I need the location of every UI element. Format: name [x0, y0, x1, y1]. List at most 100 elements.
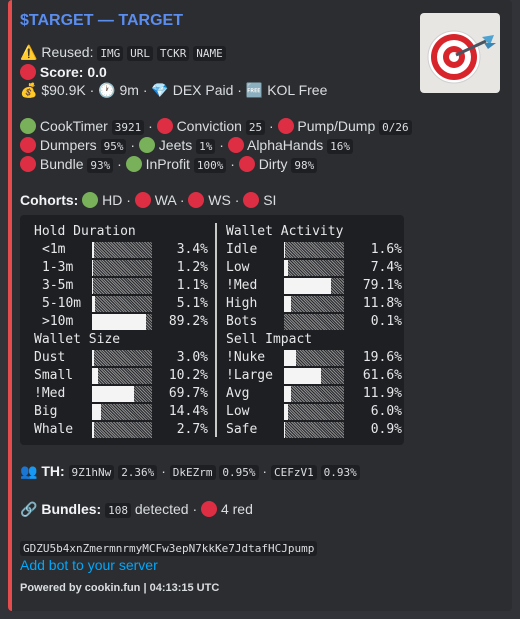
score-line: Score: 0.0 [20, 62, 107, 82]
histogram-bar [92, 314, 152, 330]
histogram-fill [92, 242, 94, 258]
add-bot-line: Add bot to your server [20, 555, 158, 575]
row-label: 5-10m [42, 296, 82, 311]
histogram-fill [92, 278, 93, 294]
dex-status: DEX Paid [172, 82, 234, 98]
add-bot-link[interactable]: Add bot to your server [20, 557, 158, 573]
reused-line: ⚠️ Reused: IMG URL TCKR NAME [20, 42, 226, 64]
histogram-fill [92, 350, 94, 366]
bundles-line: 🔗 Bundles: 108 detected · 4 red [20, 501, 253, 518]
reused-tag: IMG [97, 46, 124, 61]
row-percent: 3.0% [176, 350, 208, 365]
histogram-bar [284, 404, 344, 420]
score-label: Score: 0.0 [39, 64, 107, 80]
target-thumbnail[interactable] [420, 13, 500, 93]
histogram-fill [284, 260, 288, 276]
row-label: Avg [226, 386, 250, 401]
histogram-fill [92, 260, 93, 276]
bundles-red-label: red [232, 501, 253, 517]
reused-tag: TCKR [156, 46, 190, 61]
histogram-bar [92, 422, 152, 438]
gem-icon: 💎 [151, 82, 169, 98]
histogram-fill [284, 242, 285, 258]
green-circle-icon [20, 118, 36, 134]
row-label: Low [226, 260, 250, 275]
row-percent: 0.9% [370, 422, 402, 437]
metric-label: Conviction [176, 118, 242, 134]
histogram-fill [284, 386, 291, 402]
red-circle-icon [243, 192, 260, 208]
histogram-bar [284, 242, 344, 258]
panel-title-size: Wallet Size [34, 332, 121, 347]
panel-title-hold: Hold Duration [34, 224, 136, 239]
histogram-fill [92, 422, 94, 438]
row-percent: 61.6% [362, 368, 402, 383]
row-label: Small [34, 368, 74, 383]
market-cap: $90.9K [41, 82, 86, 98]
red-circle-icon [134, 192, 151, 208]
histogram-bar [92, 350, 152, 366]
histogram-fill [92, 296, 95, 312]
histogram-fill [284, 368, 321, 384]
warning-icon: ⚠️ [20, 44, 38, 60]
row-percent: 1.6% [370, 242, 402, 257]
metric-label: CookTimer [39, 118, 108, 134]
red-circle-icon [227, 137, 244, 153]
histogram-fill [284, 422, 285, 438]
token-embed: $TARGET — TARGET ⚠️ Reused: IMG URL TCKR… [8, 0, 512, 611]
cohorts-line: Cohorts: HD · WA · WS · SI [20, 192, 277, 208]
metric-value: 98% [291, 158, 318, 173]
metric-value: 1% [196, 139, 216, 154]
metric-value: 25 [245, 120, 266, 135]
row-percent: 1.1% [176, 278, 208, 293]
metric-label: Pump/Dump [297, 118, 376, 134]
cohort-item: WS [208, 192, 231, 208]
people-icon: 👥 [20, 463, 38, 479]
histogram-bar [92, 368, 152, 384]
row-label: Bots [226, 314, 258, 329]
reused-label: Reused: [41, 44, 94, 60]
row-percent: 11.9% [362, 386, 402, 401]
row-percent: 11.8% [362, 296, 402, 311]
holder-pct: 2.36% [118, 465, 158, 480]
red-circle-icon [20, 137, 36, 153]
histogram-fill [284, 296, 291, 312]
histogram-bar [284, 260, 344, 276]
bundles-red-count: 4 [220, 501, 229, 517]
holder-pct: 0.95% [219, 465, 259, 480]
metric-label: Dirty [258, 156, 288, 172]
histogram-bar [284, 368, 344, 384]
metric-value: 100% [193, 158, 227, 173]
red-circle-icon [156, 118, 173, 134]
row-percent: 10.2% [168, 368, 208, 383]
histogram-fill [92, 314, 146, 330]
metric-value: 93% [87, 158, 114, 173]
row-label: Dust [34, 350, 66, 365]
row-percent: 3.4% [176, 242, 208, 257]
reused-tag: URL [127, 46, 154, 61]
bundles-detected: detected [134, 501, 189, 517]
row-label: Big [34, 404, 58, 419]
contract-address[interactable]: GDZU5b4xnZmermnrmyMCFw3epN7kkKe7JdtafHCJ… [20, 541, 318, 556]
row-percent: 1.2% [176, 260, 208, 275]
row-percent: 2.7% [176, 422, 208, 437]
reused-tag: NAME [193, 46, 226, 61]
row-label: 3-5m [42, 278, 74, 293]
green-circle-icon [125, 156, 142, 172]
histogram-bar [284, 350, 344, 366]
row-percent: 6.0% [370, 404, 402, 419]
metric-label: Dumpers [39, 137, 97, 153]
embed-title[interactable]: $TARGET — TARGET [20, 12, 183, 30]
panel-title-activity: Wallet Activity [226, 224, 344, 239]
clock-icon: 🕐 [98, 82, 116, 98]
top-holders-line: 👥 TH: 9Z1hNw 2.36% · DkEZrm 0.95% · CEFz… [20, 461, 360, 483]
histogram-bar [92, 296, 152, 312]
holder-pct: 0.93% [320, 465, 360, 480]
metric-label: InProfit [145, 156, 190, 172]
holder-address: CEFzV1 [270, 465, 317, 480]
row-percent: 14.4% [168, 404, 208, 419]
cohort-item: SI [263, 192, 277, 208]
histogram-fill [92, 404, 101, 420]
histogram-bar [284, 422, 344, 438]
row-label: High [226, 296, 258, 311]
